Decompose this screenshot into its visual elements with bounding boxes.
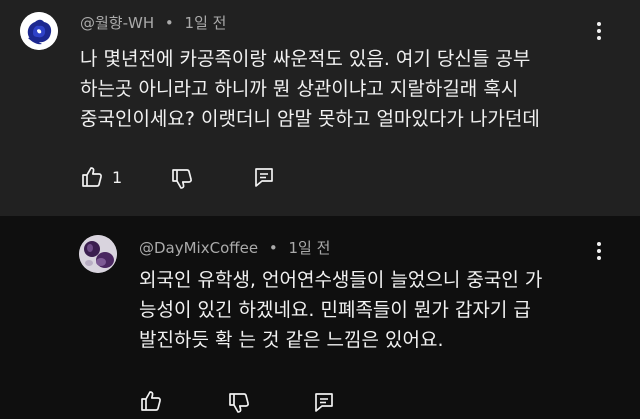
thumbs-up-icon [82, 167, 102, 187]
avatar[interactable] [20, 12, 58, 50]
purple-objects-icon [79, 235, 117, 273]
rose-icon [20, 12, 58, 50]
thumbs-down-icon [172, 169, 192, 189]
like-button[interactable]: 1 [80, 165, 122, 189]
comment-line: 나 몇년전에 카공족이랑 싸운적도 있음. 여기 당신들 공부 [80, 48, 531, 70]
reply-button[interactable] [313, 391, 335, 413]
comment-line: 발진하듯 확 는 것 같은 느낌은 있어요. [139, 329, 444, 351]
comment-meta: @DayMixCoffee • 1일 전 [139, 237, 330, 258]
meta-separator: • [268, 239, 278, 257]
like-count: 1 [112, 167, 123, 187]
author-name[interactable]: @DayMixCoffee [139, 239, 258, 257]
comment-line: 중국인이세요? 이랫더니 암말 못하고 얼마있다가 나가던데 [80, 108, 540, 130]
comment-time[interactable]: 1일 전 [288, 239, 330, 257]
reply-button[interactable] [253, 166, 275, 188]
comment-line: 능성이 있긴 하겠네요. 민폐족들이 뭔가 갑자기 급 [139, 299, 531, 321]
dislike-button[interactable] [227, 391, 251, 415]
more-actions-icon[interactable] [596, 242, 602, 264]
more-actions-icon[interactable] [596, 22, 602, 44]
comment-time[interactable]: 1일 전 [185, 14, 227, 32]
reply-icon [315, 393, 333, 412]
comment-text: 나 몇년전에 카공족이랑 싸운적도 있음. 여기 당신들 공부 하는곳 아니라고… [80, 44, 540, 134]
meta-separator: • [164, 14, 174, 32]
thumbs-down-icon [229, 393, 249, 413]
comment-line: 외국인 유학생, 언어연수생들이 늘었으니 중국인 가 [139, 269, 543, 291]
reply-icon [255, 168, 273, 187]
thumbs-up-icon [141, 391, 161, 411]
dislike-button[interactable] [170, 167, 194, 191]
comment-text: 외국인 유학생, 언어연수생들이 늘었으니 중국인 가 능성이 있긴 하겠네요.… [139, 265, 542, 355]
author-name[interactable]: @월향-WH [80, 14, 154, 32]
comment-meta: @월향-WH • 1일 전 [80, 12, 226, 33]
avatar[interactable] [79, 235, 117, 273]
comment-line: 하는곳 아니라고 하니까 뭔 상관이냐고 지랄하길래 혹시 [80, 78, 519, 100]
like-button[interactable] [139, 389, 171, 413]
